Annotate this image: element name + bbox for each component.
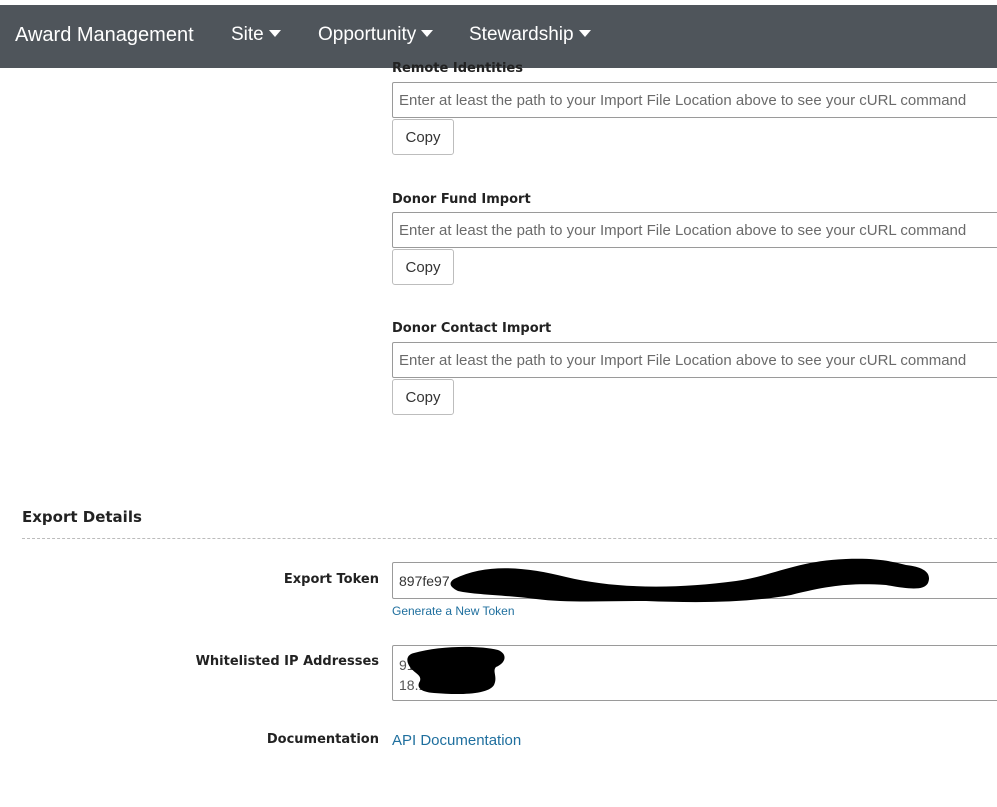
caret-down-icon bbox=[578, 30, 591, 37]
section-divider bbox=[22, 538, 997, 539]
donor-contact-import-label: Donor Contact Import bbox=[392, 321, 552, 336]
donor-fund-import-label: Donor Fund Import bbox=[392, 192, 531, 207]
remote-identities-curl-input[interactable] bbox=[392, 82, 997, 118]
nav-menu-stewardship-label: Stewardship bbox=[469, 24, 574, 45]
export-token-label: Export Token bbox=[283, 572, 379, 587]
nav-menu-opportunity-label: Opportunity bbox=[318, 24, 417, 45]
nav-menu-site[interactable]: Site bbox=[231, 24, 281, 46]
documentation-label: Documentation bbox=[266, 732, 379, 747]
remote-identities-copy-button[interactable]: Copy bbox=[392, 119, 454, 155]
caret-down-icon bbox=[268, 30, 281, 37]
donor-fund-import-copy-button[interactable]: Copy bbox=[392, 249, 454, 285]
api-documentation-link[interactable]: API Documentation bbox=[392, 732, 521, 749]
nav-menu-site-label: Site bbox=[231, 24, 264, 45]
donor-contact-import-curl-input[interactable] bbox=[392, 342, 997, 378]
top-navbar: Award Management Site Opportunity Stewar… bbox=[0, 5, 997, 68]
nav-menu-opportunity[interactable]: Opportunity bbox=[318, 24, 434, 46]
caret-down-icon bbox=[421, 30, 434, 37]
export-details-heading: Export Details bbox=[22, 508, 142, 526]
redaction-mark bbox=[407, 646, 505, 695]
donor-contact-import-copy-button[interactable]: Copy bbox=[392, 379, 454, 415]
brand-title[interactable]: Award Management bbox=[15, 24, 194, 47]
remote-identities-label: Remote Identities bbox=[392, 61, 523, 76]
redaction-mark bbox=[450, 558, 930, 603]
generate-new-token-link[interactable]: Generate a New Token bbox=[392, 604, 515, 618]
nav-menu-stewardship[interactable]: Stewardship bbox=[469, 24, 591, 46]
whitelisted-ip-label: Whitelisted IP Addresses bbox=[195, 654, 379, 669]
donor-fund-import-curl-input[interactable] bbox=[392, 212, 997, 248]
